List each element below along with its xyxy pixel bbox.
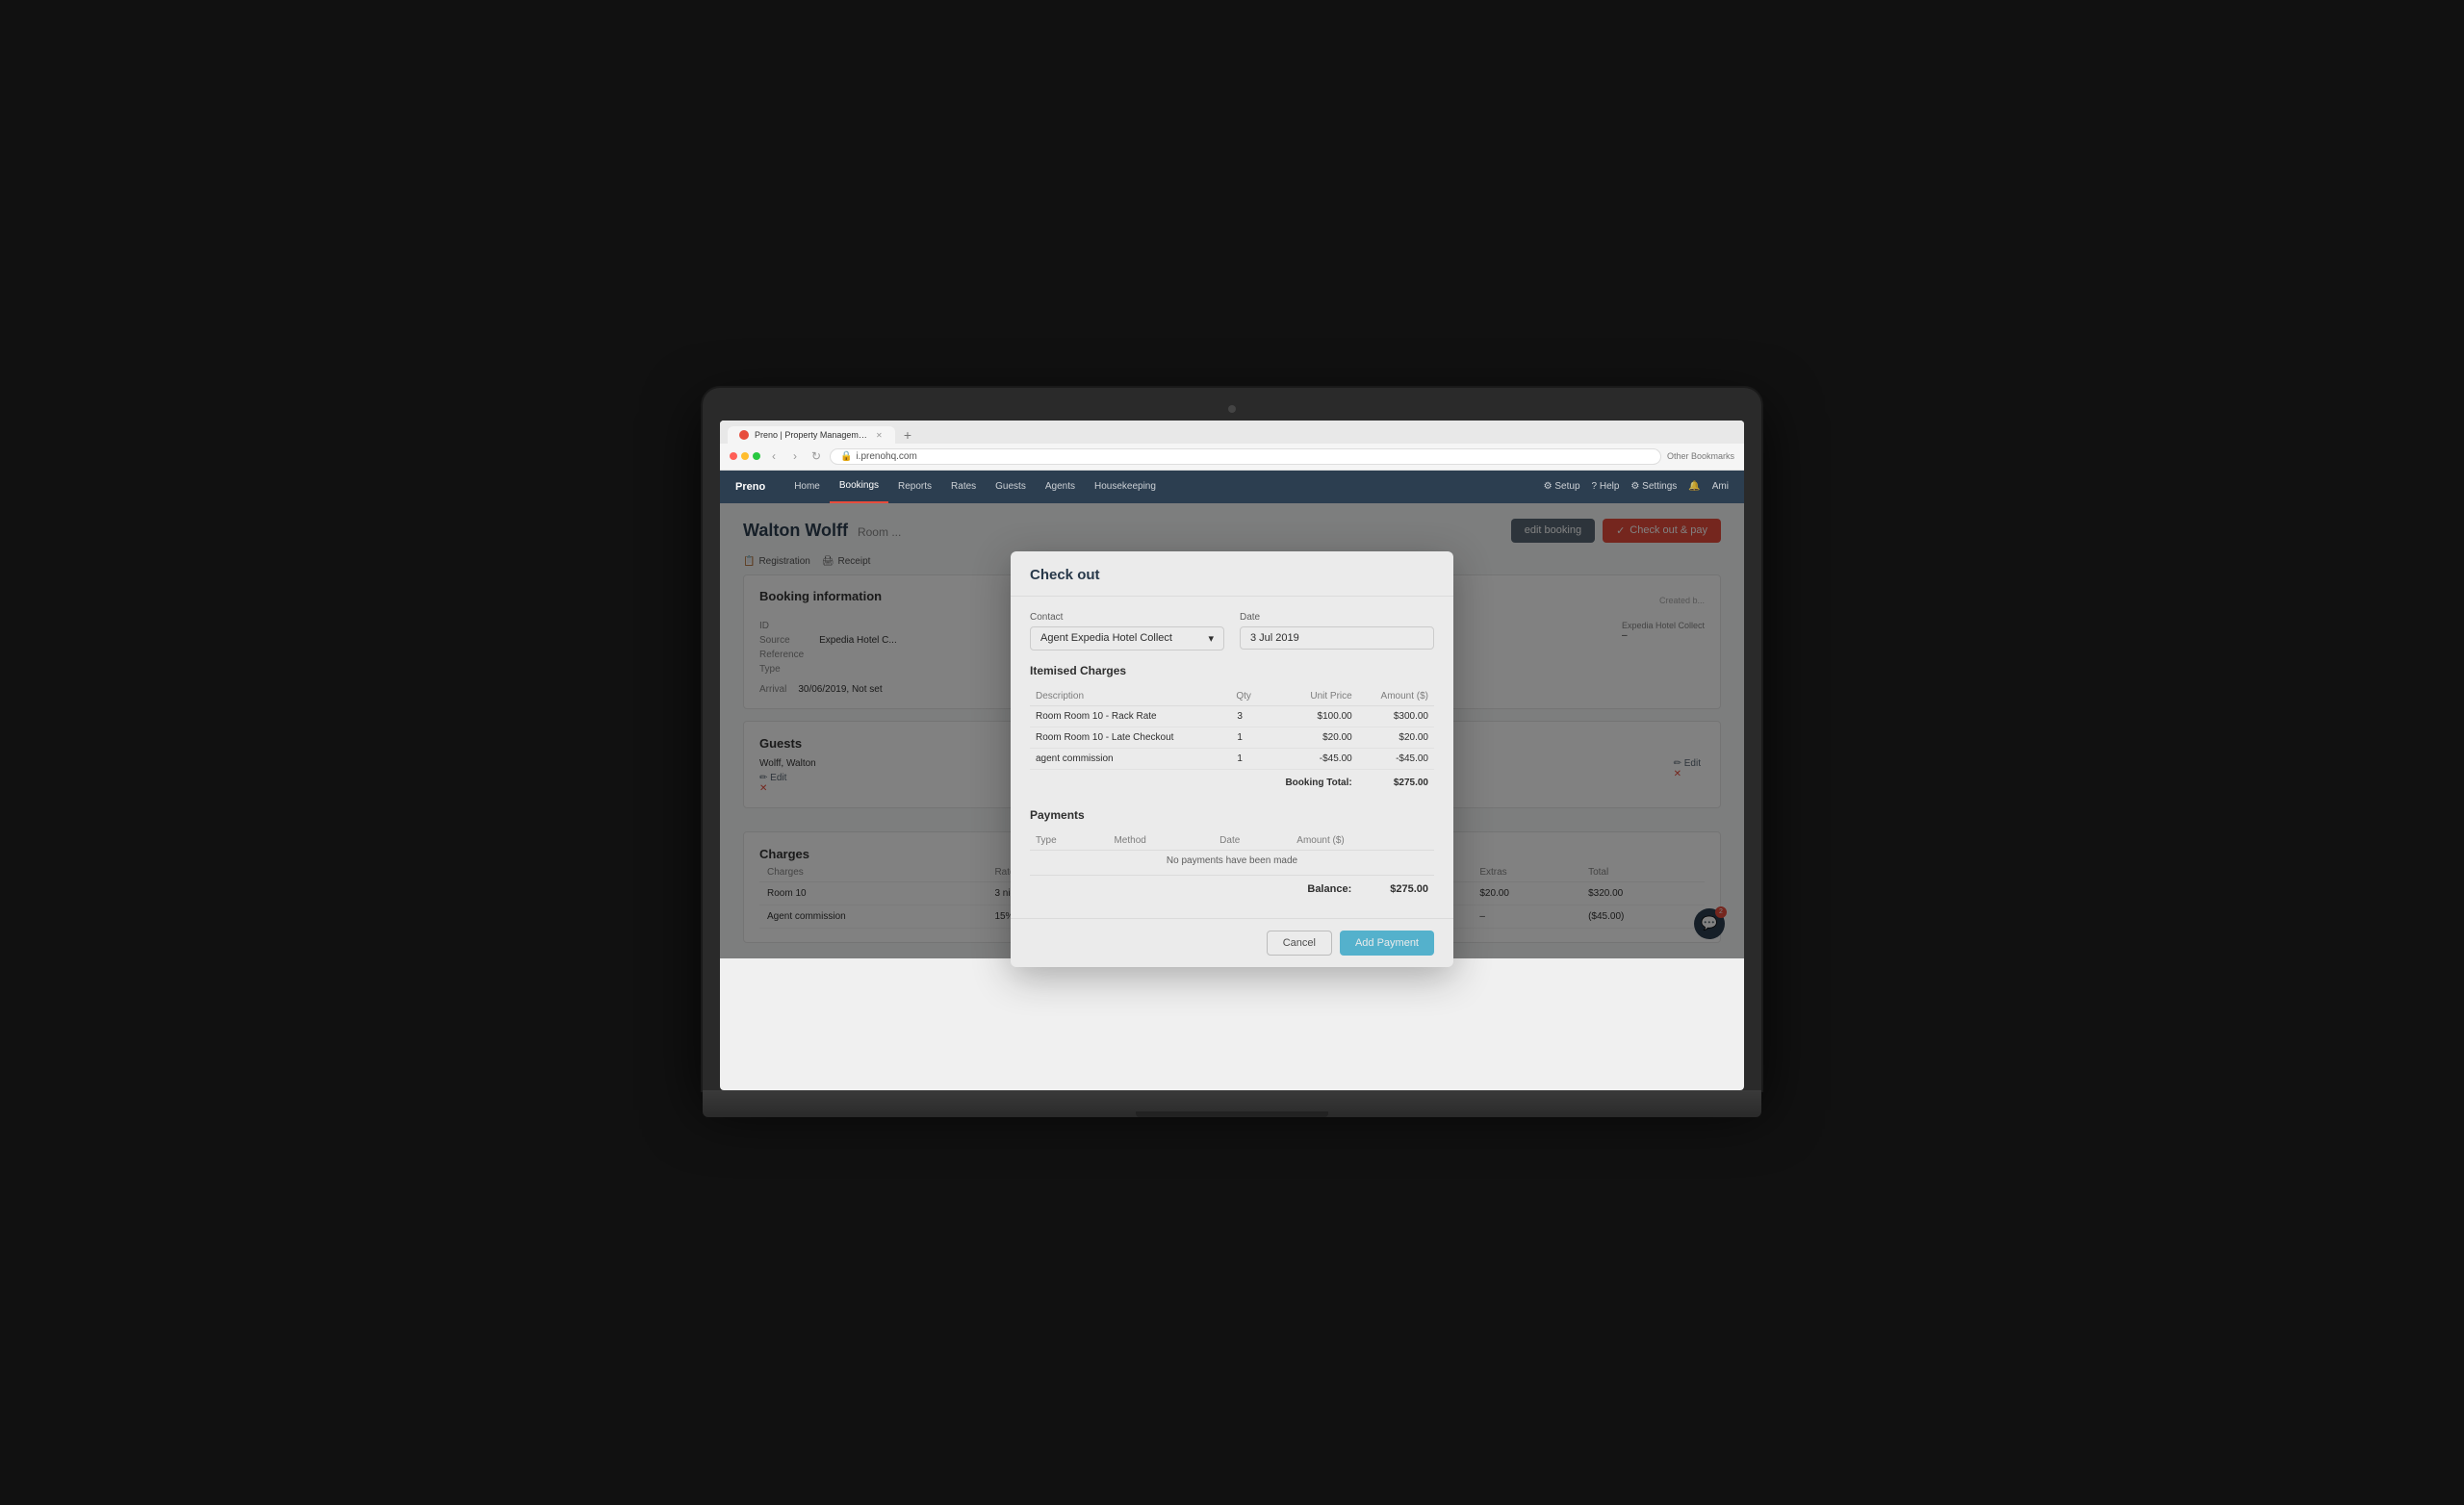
balance-value: $275.00 <box>1390 883 1428 895</box>
camera <box>1228 405 1236 413</box>
tab-close-icon[interactable]: ✕ <box>876 431 884 439</box>
form-group-date: Date <box>1240 612 1434 650</box>
nav-notifications[interactable]: 🔔 <box>1688 481 1700 492</box>
contact-select[interactable]: Agent Expedia Hotel Collect ▾ <box>1030 626 1224 650</box>
payment-col-amount: Amount ($) <box>1291 831 1434 851</box>
nav-item-rates[interactable]: Rates <box>941 471 986 503</box>
payments-section: Payments Type Method Date Amount ($) <box>1030 808 1434 895</box>
payment-col-method: Method <box>1108 831 1214 851</box>
screen: Preno | Property Manageme... ✕ + ‹ › ↻ <box>720 421 1744 1090</box>
col-unit-price: Unit Price <box>1257 687 1358 706</box>
modal-footer: Cancel Add Payment <box>1011 918 1453 967</box>
address-bar[interactable]: 🔒 i.prenohq.com <box>830 448 1661 465</box>
browser-chrome: Preno | Property Manageme... ✕ + ‹ › ↻ <box>720 421 1744 471</box>
modal-header: Check out <box>1011 551 1453 597</box>
balance-row: Balance: $275.00 <box>1030 875 1434 895</box>
traffic-lights <box>730 452 760 460</box>
lock-icon: 🔒 <box>840 451 852 462</box>
table-row: agent commission 1 -$45.00 -$45.00 <box>1030 748 1434 769</box>
app-brand: Preno <box>735 481 765 493</box>
cancel-button[interactable]: Cancel <box>1267 931 1332 956</box>
browser-tab-active[interactable]: Preno | Property Manageme... ✕ <box>728 426 895 444</box>
form-group-contact: Contact Agent Expedia Hotel Collect ▾ <box>1030 612 1224 650</box>
modal-overlay[interactable]: Check out Contact Agent Expedia Hotel Co… <box>720 503 1744 958</box>
back-button[interactable]: ‹ <box>766 448 782 464</box>
itemised-section: Itemised Charges Description Qty Unit Pr… <box>1030 664 1434 793</box>
browser-tabs: Preno | Property Manageme... ✕ + <box>720 421 1744 444</box>
nav-user[interactable]: Ami <box>1712 481 1729 492</box>
nav-settings[interactable]: ⚙ Settings <box>1630 481 1677 492</box>
payments-table: Type Method Date Amount ($) No p <box>1030 831 1434 871</box>
app-nav-right: ⚙ Setup ? Help ⚙ Settings 🔔 Ami <box>1544 481 1729 492</box>
nav-item-reports[interactable]: Reports <box>888 471 941 503</box>
forward-button[interactable]: › <box>787 448 803 464</box>
date-label: Date <box>1240 612 1434 623</box>
table-row: Room Room 10 - Rack Rate 3 $100.00 $300.… <box>1030 705 1434 727</box>
payment-col-date: Date <box>1214 831 1291 851</box>
payment-col-type: Type <box>1030 831 1108 851</box>
nav-item-agents[interactable]: Agents <box>1036 471 1085 503</box>
modal-title: Check out <box>1030 567 1100 583</box>
itemised-title: Itemised Charges <box>1030 664 1434 677</box>
nav-item-housekeeping[interactable]: Housekeeping <box>1085 471 1166 503</box>
screen-bezel: Preno | Property Manageme... ✕ + ‹ › ↻ <box>703 388 1761 1090</box>
nav-item-bookings[interactable]: Bookings <box>830 471 888 503</box>
nav-help[interactable]: ? Help <box>1592 481 1620 492</box>
minimize-window-button[interactable] <box>741 452 749 460</box>
browser-controls: ‹ › ↻ 🔒 i.prenohq.com Other Bookmarks <box>720 444 1744 470</box>
nav-item-guests[interactable]: Guests <box>986 471 1036 503</box>
nav-item-home[interactable]: Home <box>784 471 830 503</box>
reload-button[interactable]: ↻ <box>808 448 824 464</box>
tab-favicon <box>739 430 749 440</box>
no-payments-row: No payments have been made <box>1030 850 1434 871</box>
date-input[interactable] <box>1240 626 1434 650</box>
url-text: i.prenohq.com <box>856 451 916 462</box>
laptop-frame: Preno | Property Manageme... ✕ + ‹ › ↻ <box>703 388 1761 1117</box>
dropdown-icon: ▾ <box>1208 632 1214 645</box>
tab-title: Preno | Property Manageme... <box>755 430 870 440</box>
laptop-base <box>703 1090 1761 1117</box>
form-row-contact-date: Contact Agent Expedia Hotel Collect ▾ Da… <box>1030 612 1434 650</box>
booking-total-row: Booking Total: $275.00 <box>1030 769 1434 793</box>
col-qty: Qty <box>1222 687 1257 706</box>
modal-body: Contact Agent Expedia Hotel Collect ▾ Da… <box>1011 597 1453 918</box>
nav-setup[interactable]: ⚙ Setup <box>1544 481 1580 492</box>
payments-title: Payments <box>1030 808 1434 822</box>
close-window-button[interactable] <box>730 452 737 460</box>
page-content: Walton Wolff Room ... edit booking ✓ Che… <box>720 503 1744 958</box>
col-amount: Amount ($) <box>1358 687 1434 706</box>
new-tab-button[interactable]: + <box>899 426 916 444</box>
bookmarks-area: Other Bookmarks <box>1667 451 1734 461</box>
checkout-modal: Check out Contact Agent Expedia Hotel Co… <box>1011 551 1453 967</box>
contact-label: Contact <box>1030 612 1224 623</box>
itemised-table: Description Qty Unit Price Amount ($) <box>1030 687 1434 793</box>
no-payments-text: No payments have been made <box>1030 850 1434 871</box>
balance-label: Balance: <box>1307 883 1351 895</box>
maximize-window-button[interactable] <box>753 452 760 460</box>
app-nav: Preno Home Bookings Reports Rates Guests… <box>720 471 1744 503</box>
add-payment-button[interactable]: Add Payment <box>1340 931 1434 956</box>
booking-total-value: $275.00 <box>1358 769 1434 793</box>
booking-total-label: Booking Total: <box>1257 769 1358 793</box>
col-description: Description <box>1030 687 1222 706</box>
contact-value: Agent Expedia Hotel Collect <box>1040 632 1172 644</box>
table-row: Room Room 10 - Late Checkout 1 $20.00 $2… <box>1030 727 1434 748</box>
